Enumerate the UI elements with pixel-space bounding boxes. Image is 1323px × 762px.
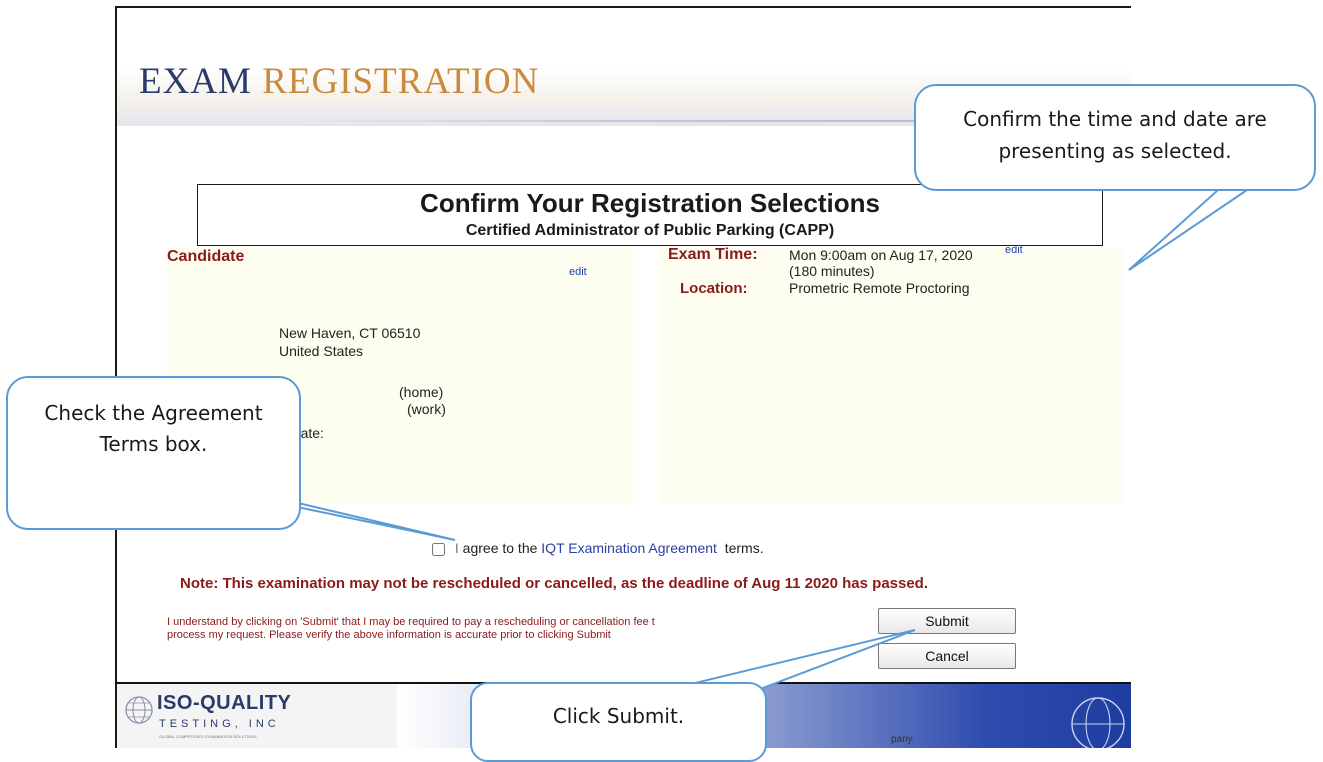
deadline-note: Note: This examination may not be resche… xyxy=(180,575,929,592)
footer-tagline: GLOBAL COMPETENCY EXAMINATION SOLUTIONS xyxy=(159,734,257,739)
location-value: Prometric Remote Proctoring xyxy=(789,280,970,296)
exam-details-panel: Exam Time: Mon 9:00am on Aug 17, 2020 ed… xyxy=(658,244,1122,504)
submit-button[interactable]: Submit xyxy=(878,608,1016,634)
footer-partial-text: pany xyxy=(891,734,913,745)
exam-time-edit-link[interactable]: edit xyxy=(1005,244,1023,256)
phone-work-label: (work) xyxy=(407,401,446,417)
candidate-edit-link[interactable]: edit xyxy=(569,266,587,278)
footer-brand-name: ISO-QUALITY xyxy=(157,692,292,714)
confirm-title-box: Confirm Your Registration Selections Cer… xyxy=(197,184,1103,246)
exam-time-value: Mon 9:00am on Aug 17, 2020 xyxy=(789,247,973,263)
submit-disclaimer: I understand by clicking on 'Submit' tha… xyxy=(167,616,867,642)
candidate-label: Candidate xyxy=(167,248,245,265)
callout-agreement-text: Check the Agreement Terms box. xyxy=(44,401,263,456)
location-label: Location: xyxy=(680,280,748,297)
globe-logo-icon xyxy=(125,696,153,724)
disclaimer-line-2: process my request. Please verify the ab… xyxy=(167,629,611,641)
agreement-link[interactable]: IQT Examination Agreement xyxy=(541,540,717,556)
logo-word-exam: EXAM xyxy=(139,61,252,102)
exam-registration-logo: EXAM REGISTRATION xyxy=(139,60,539,103)
agreement-checkbox[interactable] xyxy=(432,542,445,556)
footer-globe-icon xyxy=(1071,697,1125,748)
disclaimer-line-1: I understand by clicking on 'Submit' tha… xyxy=(167,616,655,628)
agreement-row: I agree to the IQT Examination Agreement… xyxy=(432,540,764,556)
callout-submit-text: Click Submit. xyxy=(552,704,685,728)
page-title: Confirm Your Registration Selections xyxy=(420,188,880,218)
candidate-city: New Haven, CT 06510 xyxy=(279,325,421,341)
candidate-country: United States xyxy=(279,343,364,359)
agreement-i: I xyxy=(454,540,463,556)
agreement-suffix: terms. xyxy=(724,540,764,556)
cancel-button[interactable]: Cancel xyxy=(878,643,1016,669)
logo-word-registration: REGISTRATION xyxy=(262,61,540,102)
exam-time-label: Exam Time: xyxy=(668,246,758,263)
callout-time-date: Confirm the time and date are presenting… xyxy=(914,84,1316,191)
callout-tail-time-date xyxy=(1128,189,1251,271)
phone-home-label: (home) xyxy=(399,384,444,400)
callout-submit: Click Submit. xyxy=(470,682,767,762)
exam-name: Certified Administrator of Public Parkin… xyxy=(465,222,835,239)
footer-brand-area: ISO-QUALITY TESTING, INC GLOBAL COMPETEN… xyxy=(117,684,397,748)
exam-duration: (180 minutes) xyxy=(789,263,875,279)
callout-time-date-text: Confirm the time and date are presenting… xyxy=(963,107,1267,163)
agreement-prefix: agree to the xyxy=(462,540,538,556)
callout-agreement: Check the Agreement Terms box. xyxy=(6,376,301,530)
footer-brand-sub: TESTING, INC xyxy=(159,718,280,730)
